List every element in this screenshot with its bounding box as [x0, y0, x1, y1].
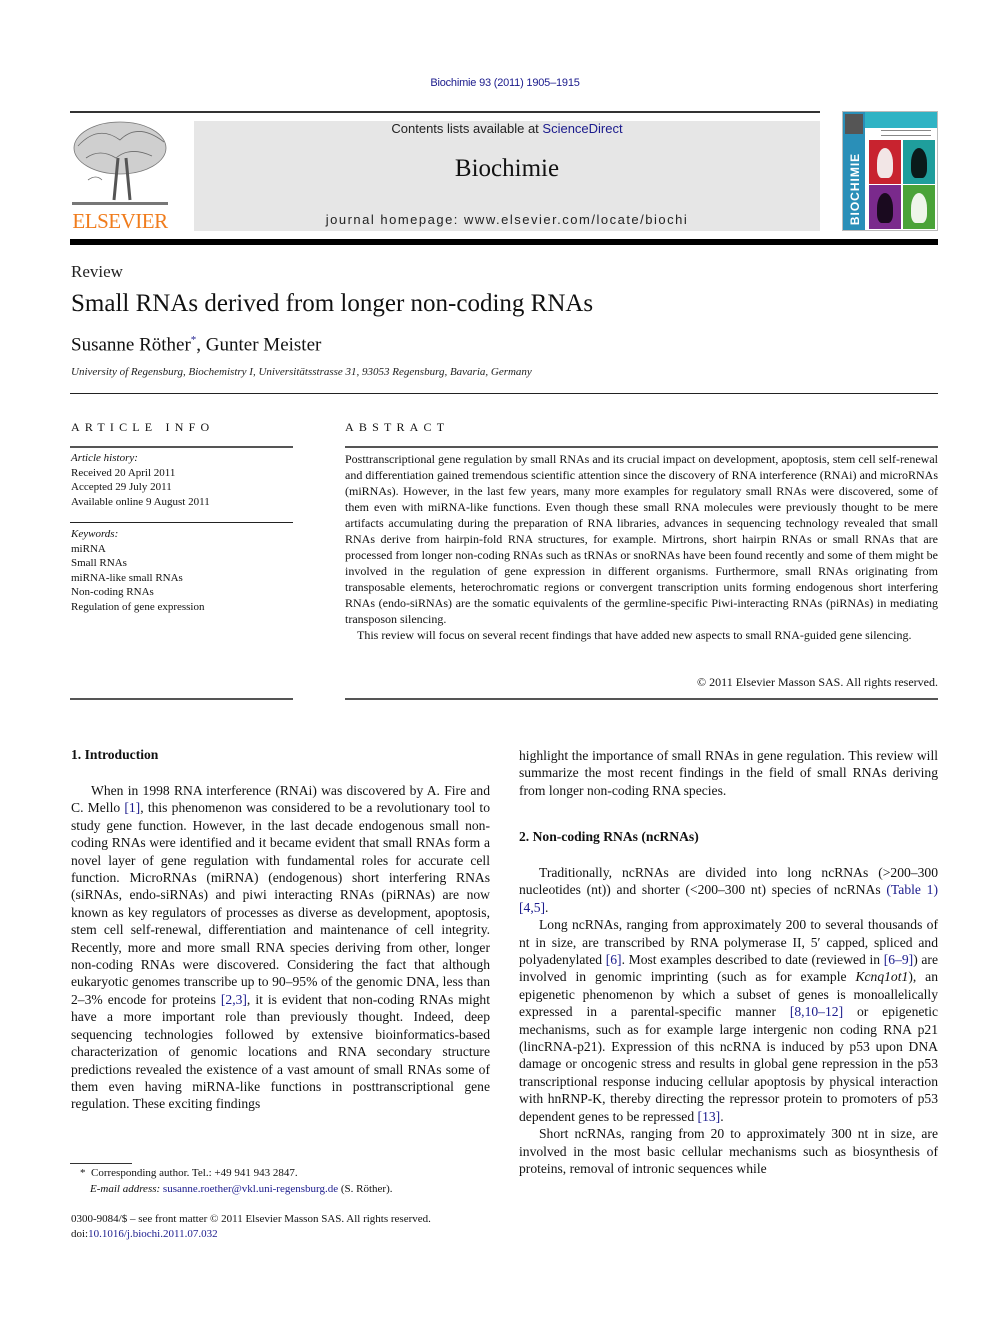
history-accepted: Accepted 29 July 2011	[71, 481, 172, 493]
email-label: E-mail address:	[90, 1183, 161, 1195]
doi-line: doi:10.1016/j.biochi.2011.07.032	[71, 1227, 431, 1242]
abstract-paragraph: Posttranscriptional gene regulation by s…	[345, 452, 938, 626]
gene-name: Kcnq1ot1	[855, 969, 909, 985]
author-name: Gunter Meister	[205, 334, 322, 356]
portrait-icon	[877, 193, 893, 223]
front-matter-text: 0300-9084/$ – see front matter © 2011 El…	[71, 1213, 431, 1225]
text-run: , this phenomenon was considered to be a…	[71, 800, 490, 1007]
contents-prefix: Contents lists available at	[391, 121, 543, 136]
header-thick-rule	[70, 239, 938, 245]
abstract-paragraph: This review will focus on several recent…	[357, 628, 912, 642]
journal-cover-image[interactable]: BIOCHIMIE	[842, 111, 938, 231]
doi-link[interactable]: 10.1016/j.biochi.2011.07.032	[88, 1228, 217, 1240]
citation-link[interactable]: [2,3]	[221, 992, 247, 1007]
citation-link[interactable]: [4,5]	[519, 900, 545, 915]
keyword-item: miRNA	[71, 542, 106, 555]
citation-link[interactable]: [13]	[698, 1109, 721, 1124]
homepage-url-link[interactable]: www.elsevier.com/locate/biochi	[464, 212, 688, 227]
article-info-divider	[70, 522, 293, 523]
cover-panel-green	[903, 185, 935, 229]
doi-label: doi:	[71, 1228, 89, 1240]
body-paragraph: When in 1998 RNA interference (RNAi) was…	[71, 782, 490, 1113]
article-type: Review	[71, 262, 123, 281]
keywords-label: Keywords:	[71, 528, 119, 540]
contents-line: Contents lists available at ScienceDirec…	[194, 121, 820, 136]
article-info-rule	[70, 446, 293, 448]
email-suffix: (S. Röther).	[338, 1183, 393, 1195]
affiliation-rule	[70, 393, 938, 394]
text-run: .	[720, 1108, 724, 1124]
portrait-icon	[911, 148, 927, 178]
keyword-item: miRNA-like small RNAs	[71, 571, 183, 584]
cover-publisher-logo-icon	[845, 114, 863, 134]
abstract-bottom-rule	[345, 698, 938, 700]
elsevier-wordmark: ELSEVIER	[72, 209, 168, 233]
keyword-item: Regulation of gene expression	[71, 600, 205, 613]
text-run: Traditionally, ncRNAs are divided into l…	[519, 865, 938, 898]
citation-link[interactable]: [6–9]	[884, 952, 913, 967]
body-paragraph: Short ncRNAs, ranging from 20 to approxi…	[519, 1126, 938, 1176]
abstract-rule	[345, 446, 938, 448]
citation-link[interactable]: [8,10–12]	[790, 1004, 843, 1019]
cover-spine: BIOCHIMIE	[843, 112, 865, 230]
cover-spine-title: BIOCHIMIE	[848, 152, 862, 226]
text-run: . Most examples described to date (revie…	[621, 952, 884, 968]
email-note: E-mail address: susanne.roether@vkl.uni-…	[80, 1181, 393, 1197]
portrait-icon	[911, 193, 927, 223]
sciencedirect-link[interactable]: ScienceDirect	[542, 121, 622, 136]
front-matter: 0300-9084/$ – see front matter © 2011 El…	[71, 1212, 431, 1242]
footnotes: * Corresponding author. Tel.: +49 941 94…	[80, 1165, 393, 1197]
journal-citation-link[interactable]: Biochimie 93 (2011) 1905–1915	[0, 77, 992, 89]
footnote-rule	[70, 1163, 132, 1164]
footnote-mark: *	[80, 1167, 86, 1179]
text-run: .	[545, 899, 549, 915]
author-name: Susanne Röther	[71, 334, 191, 356]
text-run: , it is evident that non-coding RNAs mig…	[71, 991, 490, 1112]
history-received: Received 20 April 2011	[71, 466, 176, 479]
keyword-item: Non-coding RNAs	[71, 586, 154, 598]
article-title: Small RNAs derived from longer non-codin…	[71, 290, 594, 317]
cover-panel-red	[869, 140, 901, 184]
elsevier-tree-icon	[72, 121, 168, 205]
cover-panel-purple	[869, 185, 901, 229]
body-paragraph: Long ncRNAs, ranging from approximately …	[519, 916, 938, 1125]
header-top-rule	[70, 111, 820, 113]
author-list: Susanne Röther*, Gunter Meister	[71, 334, 321, 356]
body-column-right: Traditionally, ncRNAs are divided into l…	[519, 864, 938, 1177]
body-paragraph: highlight the importance of small RNAs i…	[519, 748, 938, 798]
elsevier-logo[interactable]: ELSEVIER	[68, 118, 178, 234]
article-info-bottom-rule	[70, 698, 293, 700]
citation-link[interactable]: (Table 1)	[886, 882, 938, 897]
keywords: Keywords: miRNA Small RNAs miRNA-like sm…	[71, 527, 293, 614]
citation-link[interactable]: [1]	[124, 800, 140, 815]
history-online: Available online 9 August 2011	[71, 495, 210, 508]
author-affiliation: University of Regensburg, Biochemistry I…	[71, 366, 532, 378]
cover-top-band	[865, 112, 937, 128]
article-info-heading: ARTICLE INFO	[71, 420, 215, 434]
keyword-item: Small RNAs	[71, 557, 127, 569]
journal-title: Biochimie	[454, 155, 560, 182]
corresponding-author-text: Corresponding author. Tel.: +49 941 943 …	[91, 1167, 298, 1179]
section-heading-ncrnas: 2. Non-coding RNAs (ncRNAs)	[519, 829, 699, 844]
author-separator: ,	[196, 334, 206, 356]
abstract-body: Posttranscriptional gene regulation by s…	[345, 451, 938, 643]
portrait-icon	[877, 148, 893, 178]
abstract-copyright: © 2011 Elsevier Masson SAS. All rights r…	[697, 675, 938, 689]
text-run: or epigenetic mechanisms, such as for ex…	[519, 1004, 938, 1124]
homepage-prefix: journal homepage:	[325, 212, 465, 227]
journal-homepage-line: journal homepage: www.elsevier.com/locat…	[194, 212, 820, 227]
section-heading-introduction: 1. Introduction	[71, 747, 159, 762]
corresponding-author-note: * Corresponding author. Tel.: +49 941 94…	[80, 1165, 393, 1181]
body-paragraph: Traditionally, ncRNAs are divided into l…	[519, 864, 938, 916]
citation-link[interactable]: [6]	[606, 952, 622, 967]
body-column-right-continuation: highlight the importance of small RNAs i…	[519, 747, 938, 799]
cover-tagline	[881, 130, 931, 136]
abstract-heading: ABSTRACT	[345, 420, 450, 434]
email-link[interactable]: susanne.roether@vkl.uni-regensburg.de	[163, 1183, 338, 1195]
article-history: Article history: Received 20 April 2011 …	[71, 451, 293, 509]
body-column-left: When in 1998 RNA interference (RNAi) was…	[71, 782, 490, 1113]
history-label: Article history:	[71, 452, 138, 464]
cover-panel-teal	[903, 140, 935, 184]
